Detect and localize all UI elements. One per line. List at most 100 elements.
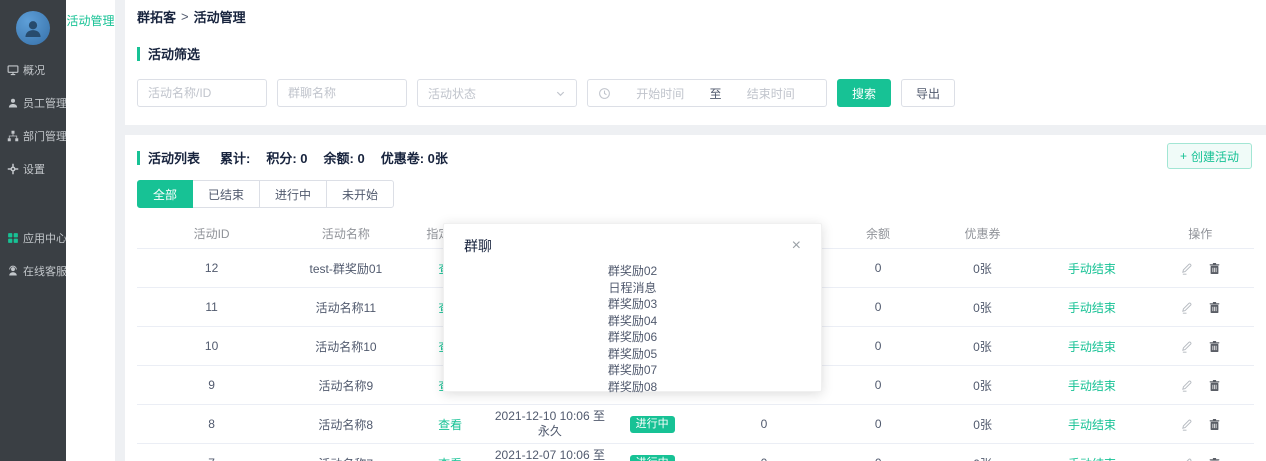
search-button[interactable]: 搜索	[837, 79, 891, 107]
sidebar-group-gap	[0, 185, 66, 221]
delete-button[interactable]	[1208, 379, 1221, 392]
manual-end-cell: 手动结束	[1037, 338, 1146, 355]
summary-stats: 累计: 积分: 0 余额: 0 优惠卷: 0张	[220, 148, 448, 167]
view-group-link[interactable]: 查看	[438, 457, 462, 461]
trash-icon	[1208, 340, 1221, 353]
subnav-item-activity-management[interactable]: 活动管理	[66, 12, 115, 29]
create-activity-label: 创建活动	[1191, 148, 1239, 165]
filter-section: 活动筛选 活动状态 开始时间 至 结束时间 搜索 导出	[125, 32, 1266, 125]
breadcrumb-current: 活动管理	[194, 7, 246, 26]
group-chat-item: 群奖励06	[444, 329, 821, 346]
group-chat-item: 群奖励03	[444, 296, 821, 313]
delete-button[interactable]	[1208, 301, 1221, 314]
time-start: 2021-12-07 10:06 至	[495, 448, 605, 461]
trash-icon	[1208, 379, 1221, 392]
clock-icon	[598, 87, 611, 100]
manual-end-link[interactable]: 手动结束	[1068, 262, 1116, 276]
delete-button[interactable]	[1208, 418, 1221, 431]
primary-nav: 概况 员工管理 部门管理 设置	[0, 53, 66, 287]
customer-service-icon	[7, 265, 19, 277]
breadcrumb-parent[interactable]: 群拓客	[137, 7, 176, 26]
coupon-cell: 0张	[928, 455, 1037, 461]
sidebar-item-departments[interactable]: 部门管理	[0, 119, 66, 152]
tab-0[interactable]: 全部	[137, 180, 193, 208]
delete-button[interactable]	[1208, 262, 1221, 275]
manual-end-cell: 手动结束	[1037, 299, 1146, 316]
trash-icon	[1208, 418, 1221, 431]
column-header: 优惠券	[928, 225, 1037, 242]
manual-end-link[interactable]: 手动结束	[1068, 340, 1116, 354]
table-row: 8 活动名称8 查看 2021-12-10 10:06 至 永久 进行中 0 0…	[137, 405, 1254, 444]
activity-name-input[interactable]	[137, 79, 267, 107]
modal-title: 群聊	[464, 236, 492, 256]
tab-3[interactable]: 未开始	[326, 180, 394, 208]
sidebar-item-label: 部门管理	[23, 128, 67, 144]
close-icon[interactable]: ×	[792, 238, 801, 254]
view-group-link[interactable]: 查看	[438, 418, 462, 432]
summary-coupons: 优惠卷: 0张	[381, 148, 448, 167]
sidebar-item-customer-service[interactable]: 在线客服	[0, 254, 66, 287]
edit-button[interactable]	[1180, 301, 1193, 314]
sidebar-item-settings[interactable]: 设置	[0, 152, 66, 185]
summary-points: 积分: 0	[266, 148, 307, 167]
date-range-separator: 至	[710, 85, 722, 102]
manual-end-cell: 手动结束	[1037, 377, 1146, 394]
manual-end-cell: 手动结束	[1037, 455, 1146, 461]
summary-balance: 余额: 0	[324, 148, 365, 167]
sidebar-item-employees[interactable]: 员工管理	[0, 86, 66, 119]
activity-status-select[interactable]: 活动状态	[417, 79, 577, 107]
manual-end-link[interactable]: 手动结束	[1068, 418, 1116, 432]
sidebar-item-label: 概况	[23, 62, 45, 78]
balance-cell: 0	[828, 261, 927, 275]
group-chat-item: 群奖励05	[444, 346, 821, 363]
sidebar-item-overview[interactable]: 概况	[0, 53, 66, 86]
edit-button[interactable]	[1180, 340, 1193, 353]
sidebar-content-gap	[115, 0, 125, 461]
edit-button[interactable]	[1180, 379, 1193, 392]
group-chat-item: 群奖励02	[444, 263, 821, 280]
edit-button[interactable]	[1180, 457, 1193, 461]
group-chat-list: 群奖励02日程消息群奖励03群奖励04群奖励06群奖励05群奖励07群奖励08	[444, 263, 821, 395]
employees-icon	[7, 97, 19, 109]
delete-button[interactable]	[1208, 340, 1221, 353]
create-activity-button[interactable]: + 创建活动	[1167, 143, 1252, 169]
manual-end-link[interactable]: 手动结束	[1068, 301, 1116, 315]
group-cell: 查看	[405, 455, 494, 461]
chevron-down-icon	[555, 88, 566, 99]
group-cell: 查看	[405, 416, 494, 433]
manual-end-link[interactable]: 手动结束	[1068, 379, 1116, 393]
status-badge: 进行中	[630, 416, 675, 433]
date-range-picker[interactable]: 开始时间 至 结束时间	[587, 79, 827, 107]
tab-2[interactable]: 进行中	[259, 180, 327, 208]
sidebar-item-app-center[interactable]: 应用中心	[0, 221, 66, 254]
status-filter-tabs: 全部已结束进行中未开始	[137, 180, 1254, 208]
activity-time-cell: 2021-12-10 10:06 至 永久	[495, 409, 605, 439]
sidebar-item-label: 在线客服	[23, 263, 67, 279]
actions-cell	[1147, 379, 1254, 392]
coupon-cell: 0张	[928, 377, 1037, 394]
balance-cell: 0	[829, 417, 928, 431]
activity-name-cell: 活动名称10	[286, 338, 405, 355]
column-header: 操作	[1147, 225, 1254, 242]
column-header: 活动名称	[286, 225, 405, 242]
balance-cell: 0	[828, 378, 927, 392]
edit-button[interactable]	[1180, 418, 1193, 431]
group-name-input[interactable]	[277, 79, 407, 107]
edit-button[interactable]	[1180, 262, 1193, 275]
group-chat-item: 群奖励08	[444, 379, 821, 396]
manual-end-cell: 手动结束	[1037, 416, 1146, 433]
edit-pencil-icon	[1180, 457, 1193, 461]
activity-id-cell: 12	[137, 261, 286, 275]
filter-title: 活动筛选	[137, 44, 1254, 63]
trash-icon	[1208, 457, 1221, 461]
avatar[interactable]	[16, 11, 50, 45]
activity-time-cell: 2021-12-07 10:06 至 永久	[495, 448, 605, 461]
departments-icon	[7, 130, 19, 142]
status-select-placeholder: 活动状态	[428, 85, 476, 102]
delete-button[interactable]	[1208, 457, 1221, 461]
tab-1[interactable]: 已结束	[192, 180, 260, 208]
export-button[interactable]: 导出	[901, 79, 955, 107]
breadcrumb-separator: >	[181, 9, 189, 24]
manual-end-link[interactable]: 手动结束	[1068, 457, 1116, 461]
coupon-cell: 0张	[928, 299, 1037, 316]
